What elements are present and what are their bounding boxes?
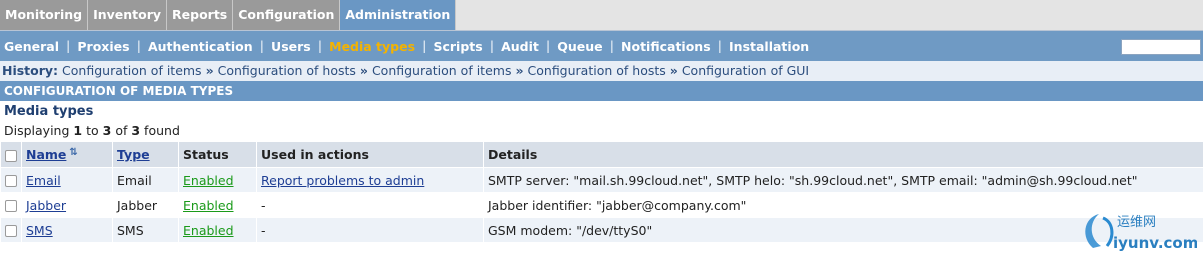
tab-administration[interactable]: Administration <box>340 0 457 30</box>
row-checkbox[interactable] <box>5 175 17 187</box>
column-type[interactable]: Type <box>112 141 179 168</box>
used-in-actions: - <box>256 217 484 243</box>
subnav-scripts[interactable]: Scripts <box>426 39 489 54</box>
column-used-in-actions: Used in actions <box>256 141 484 168</box>
sort-type-link[interactable]: Type <box>117 147 150 162</box>
tab-reports[interactable]: Reports <box>167 0 234 30</box>
media-type: Email <box>112 167 179 193</box>
sort-name-link[interactable]: Name <box>26 147 66 162</box>
status-toggle[interactable]: Enabled <box>183 198 234 213</box>
subnav-users[interactable]: Users <box>264 39 318 54</box>
sub-navigation: General | Proxies | Authentication | Users |… <box>0 31 1203 61</box>
row-checkbox[interactable] <box>5 200 17 212</box>
subnav-audit[interactable]: Audit <box>494 39 546 54</box>
status-toggle[interactable]: Enabled <box>183 223 234 238</box>
media-name-link[interactable]: Email <box>26 173 61 188</box>
tab-inventory[interactable]: Inventory <box>88 0 168 30</box>
subnav-notifications[interactable]: Notifications <box>614 39 718 54</box>
tab-monitoring[interactable]: Monitoring <box>0 0 89 30</box>
select-all-checkbox[interactable] <box>5 149 17 162</box>
history-item[interactable]: Configuration of GUI <box>682 63 809 78</box>
search-input[interactable] <box>1121 39 1201 55</box>
media-type: SMS <box>112 217 179 243</box>
action-link[interactable]: Report problems to admin <box>261 173 424 188</box>
subnav-installation[interactable]: Installation <box>722 39 816 54</box>
status-toggle[interactable]: Enabled <box>183 173 234 188</box>
subnav-proxies[interactable]: Proxies <box>70 39 136 54</box>
table-row: Jabber Jabber Enabled - Jabber identifie… <box>0 192 1203 218</box>
history-label: History: <box>2 63 59 78</box>
breadcrumb: History: Configuration of items » Config… <box>0 61 1203 81</box>
media-details: SMTP server: "mail.sh.99cloud.net", SMTP… <box>483 167 1203 193</box>
watermark-cn: 运维网 <box>1117 215 1156 230</box>
displaying-count: Displaying 1 to 3 of 3 found <box>4 123 180 138</box>
select-all-cell <box>0 141 22 168</box>
subnav-authentication[interactable]: Authentication <box>141 39 260 54</box>
subnav-media-types[interactable]: Media types <box>322 39 422 54</box>
section-title: Media types <box>4 104 94 119</box>
used-in-actions: - <box>256 192 484 218</box>
row-checkbox[interactable] <box>5 225 17 237</box>
column-status: Status <box>178 141 257 168</box>
column-name[interactable]: Name ⇅ <box>21 141 113 168</box>
subnav-general[interactable]: General <box>4 39 66 54</box>
watermark-logo: 运维网 iyunv.com <box>1085 214 1197 252</box>
history-item[interactable]: Configuration of hosts <box>528 63 666 78</box>
tab-configuration[interactable]: Configuration <box>233 0 341 30</box>
table-row: Email Email Enabled Report problems to a… <box>0 167 1203 193</box>
history-item[interactable]: Configuration of items <box>62 63 202 78</box>
media-type: Jabber <box>112 192 179 218</box>
media-name-link[interactable]: SMS <box>26 223 53 238</box>
history-item[interactable]: Configuration of items <box>372 63 512 78</box>
watermark-site: iyunv.com <box>1113 234 1197 252</box>
media-name-link[interactable]: Jabber <box>26 198 66 213</box>
media-types-table: Name ⇅ Type Status Used in actions Detail… <box>0 141 1203 243</box>
page-title: CONFIGURATION OF MEDIA TYPES <box>0 81 1203 101</box>
subnav-queue[interactable]: Queue <box>550 39 609 54</box>
table-row: SMS SMS Enabled - GSM modem: "/dev/ttyS0… <box>0 217 1203 243</box>
sort-ascending-icon: ⇅ <box>69 147 78 158</box>
column-details: Details <box>483 141 1203 168</box>
history-item[interactable]: Configuration of hosts <box>218 63 356 78</box>
top-navigation: Monitoring Inventory Reports Configurati… <box>0 0 1203 31</box>
